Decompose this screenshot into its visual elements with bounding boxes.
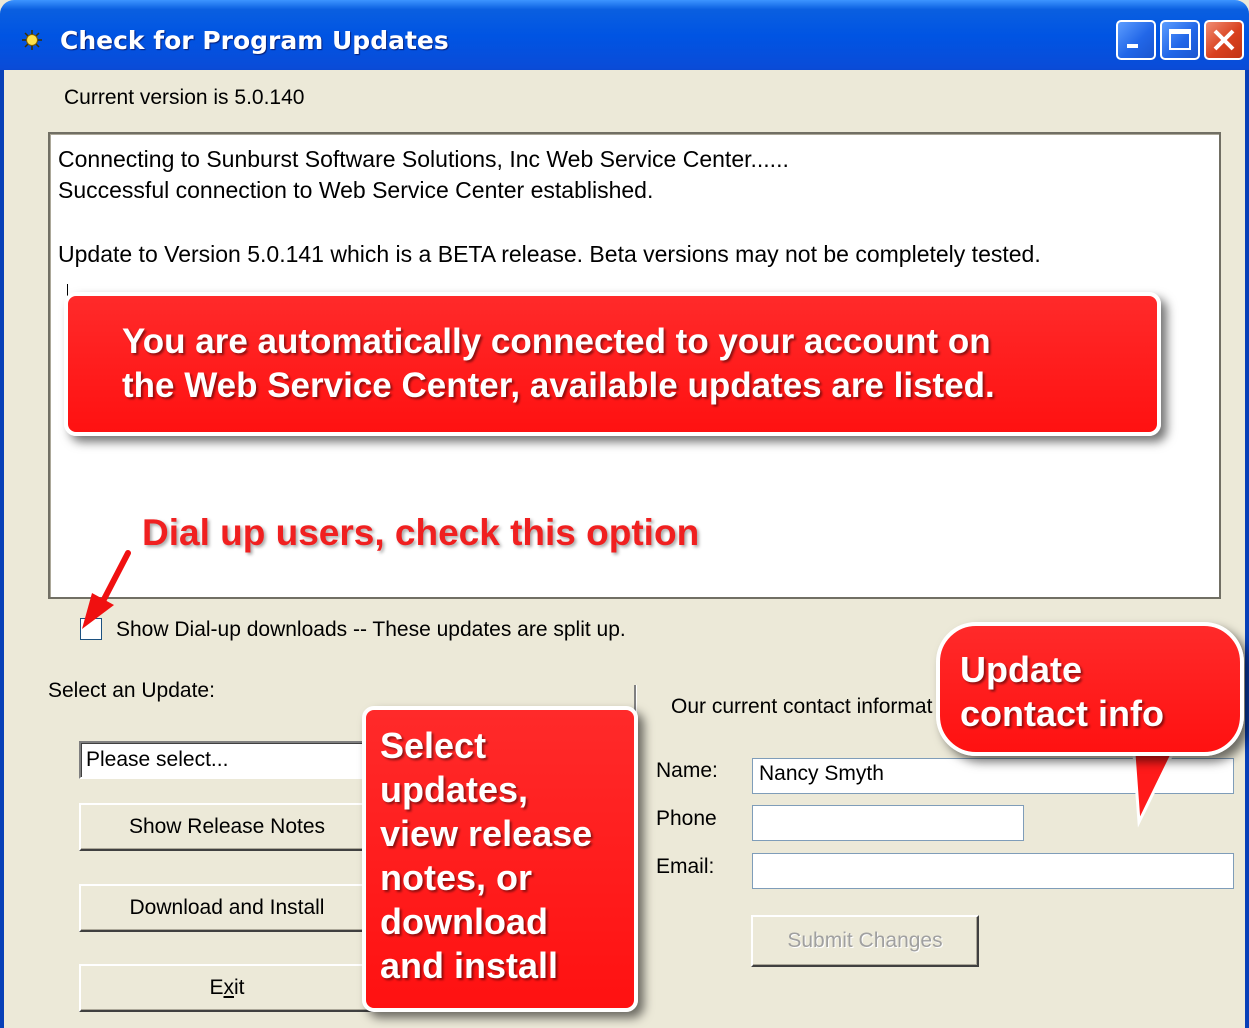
download-install-label: Download and Install [129, 896, 325, 919]
exit-accelerator: x [223, 976, 235, 999]
annotation-contact-line: contact info [960, 693, 1164, 734]
phone-field[interactable] [752, 805, 1024, 841]
select-update-label: Select an Update: [48, 679, 215, 702]
download-install-button[interactable]: Download and Install [79, 884, 375, 932]
email-field[interactable] [752, 853, 1234, 889]
title-bar[interactable]: Check for Program Updates [0, 0, 1249, 80]
minimize-icon [1127, 44, 1138, 48]
name-label: Name: [656, 759, 718, 782]
phone-label: Phone [656, 807, 717, 830]
show-release-notes-label: Show Release Notes [128, 815, 326, 838]
show-release-notes-button[interactable]: Show Release Notes [79, 803, 375, 851]
window-frame-right [1245, 70, 1249, 1028]
maximize-icon [1169, 29, 1191, 50]
exit-label-end: it [234, 976, 245, 999]
annotation-main-line: You are automatically connected to your … [122, 322, 991, 361]
exit-label-start: E [209, 976, 224, 999]
log-line: Successful connection to Web Service Cen… [58, 177, 654, 203]
log-line: Update to Version 5.0.141 which is a BET… [58, 241, 1041, 267]
update-window: Check for Program Updates Current versio… [0, 0, 1249, 1028]
exit-label: Exit [209, 976, 244, 1000]
annotation-select-line: view release [380, 813, 593, 854]
name-field-value: Nancy Smyth [759, 762, 884, 785]
annotation-contact-line: Update [960, 649, 1083, 690]
log-line: Connecting to Sunburst Software Solution… [58, 146, 789, 172]
annotation-callout-contact: Update contact info [936, 622, 1244, 756]
contact-heading: Our current contact informat [671, 695, 933, 718]
annotation-select-line: updates, [380, 769, 529, 810]
submit-changes-button[interactable]: Submit Changes [751, 915, 979, 967]
window-title: Check for Program Updates [60, 26, 449, 55]
annotation-select-line: and install [380, 945, 559, 986]
sun-icon [22, 30, 42, 50]
annotation-arrow-icon [82, 550, 131, 629]
close-button[interactable] [1204, 20, 1244, 60]
submit-changes-label: Submit Changes [787, 929, 943, 952]
dialup-checkbox-label[interactable]: Show Dial-up downloads -- These updates … [116, 618, 626, 642]
current-version-label: Current version is 5.0.140 [64, 86, 305, 109]
annotation-dialup-text: Dial up users, check this option [142, 512, 700, 553]
close-icon [1213, 29, 1235, 51]
update-select-value: Please select... [86, 748, 229, 771]
annotation-callout-main: You are automatically connected to your … [64, 292, 1161, 436]
annotation-main-line: the Web Service Center, available update… [122, 366, 995, 405]
exit-button[interactable]: Exit [79, 964, 375, 1012]
annotation-callout-select: Select updates, view release notes, or d… [362, 706, 638, 1012]
email-label: Email: [656, 855, 715, 878]
annotation-select-line: download [380, 901, 548, 942]
annotation-select-line: Select [380, 725, 487, 766]
update-select[interactable]: Please select... [79, 741, 379, 779]
annotation-select-line: notes, or [380, 857, 533, 898]
minimize-button[interactable] [1116, 20, 1156, 60]
maximize-button[interactable] [1160, 20, 1200, 60]
